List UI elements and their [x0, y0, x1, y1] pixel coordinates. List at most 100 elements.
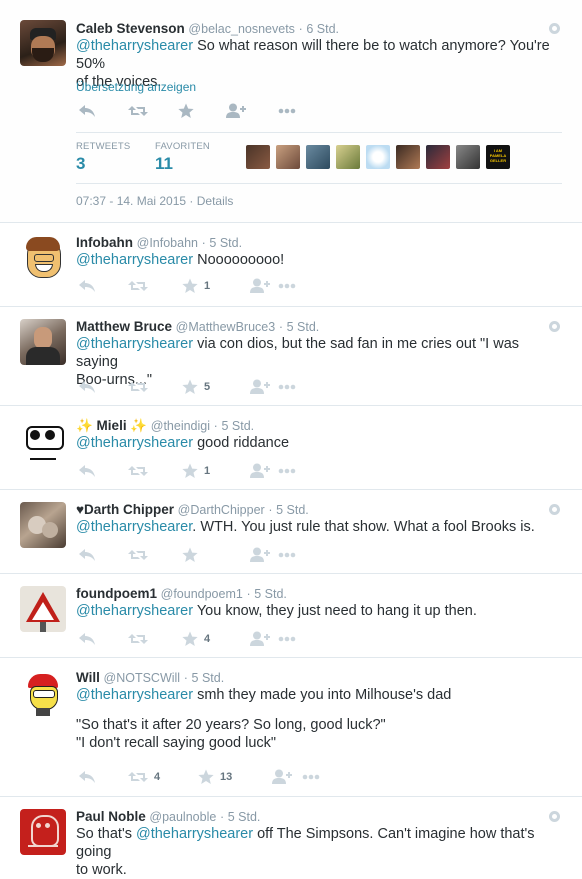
more-button[interactable] [278, 378, 296, 396]
reply-button[interactable] [78, 378, 96, 396]
favorite-button[interactable]: 13 [198, 768, 232, 786]
avatar[interactable] [336, 145, 360, 169]
mention-link[interactable]: @theharryshearer [76, 519, 192, 535]
more-button[interactable] [302, 768, 320, 786]
author-handle[interactable]: @Infobahn [137, 236, 198, 250]
tweet-time[interactable]: 5 Std. [276, 503, 309, 517]
avatar[interactable] [20, 319, 66, 365]
author-name[interactable]: foundpoem1 [76, 586, 157, 601]
retweet-button[interactable]: 4 [128, 768, 160, 786]
mention-link[interactable]: @theharryshearer [76, 603, 193, 619]
tweet-time[interactable]: 5 Std. [254, 587, 287, 601]
retweet-button[interactable] [128, 277, 148, 295]
mention-link[interactable]: @theharryshearer [76, 252, 193, 268]
gear-icon[interactable] [549, 23, 560, 34]
avatar[interactable] [20, 235, 66, 281]
avatar[interactable] [276, 145, 300, 169]
more-button[interactable] [278, 102, 296, 120]
avatar[interactable]: I AM PAMELA GELLER [486, 145, 510, 169]
favorite-button[interactable]: 4 [182, 630, 210, 648]
retweet-button[interactable] [128, 630, 148, 648]
tweet-time[interactable]: 5 Std. [192, 671, 225, 685]
reply-tweet[interactable]: ♥Darth Chipper @DarthChipper · 5 Std. @t… [0, 489, 582, 573]
more-button[interactable] [278, 630, 296, 648]
favorite-button[interactable] [182, 546, 198, 564]
author-name[interactable]: Matthew Bruce [76, 319, 172, 334]
avatar[interactable] [396, 145, 420, 169]
retweet-button[interactable] [128, 546, 148, 564]
avatar[interactable] [20, 586, 66, 632]
retweets-label[interactable]: RETWEETS [76, 141, 130, 152]
tweet-time[interactable]: 5 Std. [221, 419, 254, 433]
avatar[interactable] [366, 145, 390, 169]
reply-tweet[interactable]: Matthew Bruce @MatthewBruce3 · 5 Std. @t… [0, 306, 582, 405]
follow-button[interactable] [272, 768, 292, 786]
tweet-time[interactable]: 5 Std. [287, 320, 320, 334]
favorites-label[interactable]: FAVORITEN [155, 141, 210, 152]
reply-button[interactable] [78, 462, 96, 480]
reply-tweet[interactable]: Will @NOTSCWill · 5 Std. @theharrysheare… [0, 657, 582, 796]
gear-icon[interactable] [549, 504, 560, 515]
gear-icon[interactable] [549, 321, 560, 332]
author-name[interactable]: Will [76, 670, 100, 685]
retweet-button[interactable] [128, 102, 148, 120]
reply-button[interactable] [78, 546, 96, 564]
avatar[interactable] [306, 145, 330, 169]
follow-button[interactable] [250, 630, 270, 648]
retweet-button[interactable] [128, 462, 148, 480]
author-handle[interactable]: @NOTSCWill [104, 671, 181, 685]
avatar[interactable] [20, 418, 66, 464]
author-handle[interactable]: @MatthewBruce3 [176, 320, 276, 334]
reply-button[interactable] [78, 768, 96, 786]
avatar[interactable] [246, 145, 270, 169]
follow-button[interactable] [226, 102, 246, 120]
reply-button[interactable] [78, 102, 96, 120]
details-link[interactable]: Details [197, 194, 234, 208]
follow-button[interactable] [250, 378, 270, 396]
avatar[interactable] [426, 145, 450, 169]
reply-tweet[interactable]: foundpoem1 @foundpoem1 · 5 Std. @theharr… [0, 573, 582, 657]
avatar[interactable] [456, 145, 480, 169]
tweet-time[interactable]: 5 Std. [228, 810, 261, 824]
author-handle[interactable]: @DarthChipper [178, 503, 265, 517]
author-handle[interactable]: @theindigi [151, 419, 210, 433]
author-name[interactable]: ♥Darth Chipper [76, 502, 174, 517]
author-handle[interactable]: @foundpoem1 [161, 587, 243, 601]
author-handle[interactable]: @belac_nosnevets [188, 22, 295, 36]
avatar[interactable] [20, 809, 66, 855]
mention-link[interactable]: @theharryshearer [76, 38, 193, 54]
tweet-time[interactable]: 5 Std. [209, 236, 242, 250]
follow-button[interactable] [250, 462, 270, 480]
author-handle[interactable]: @paulnoble [149, 810, 216, 824]
author-name[interactable]: Paul Noble [76, 809, 146, 824]
author-name[interactable]: Caleb Stevenson [76, 21, 185, 36]
author-name[interactable]: ✨ Mieli ✨ [76, 418, 147, 433]
reply-tweet[interactable]: Infobahn @Infobahn · 5 Std. @theharryshe… [0, 222, 582, 306]
retweets-count[interactable]: 3 [76, 154, 85, 174]
reply-button[interactable] [78, 630, 96, 648]
reply-tweet[interactable]: ✨ Mieli ✨ @theindigi · 5 Std. @theharrys… [0, 405, 582, 489]
favorite-button[interactable] [178, 102, 194, 120]
favorite-button[interactable]: 1 [182, 462, 210, 480]
mention-link[interactable]: @theharryshearer [76, 435, 193, 451]
author-name[interactable]: Infobahn [76, 235, 133, 250]
reply-button[interactable] [78, 277, 96, 295]
avatar[interactable] [20, 502, 66, 548]
mention-link[interactable]: @theharryshearer [76, 687, 193, 703]
gear-icon[interactable] [549, 811, 560, 822]
reply-tweet[interactable]: Paul Noble @paulnoble · 5 Std. So that's… [0, 796, 582, 878]
retweet-button[interactable] [128, 378, 148, 396]
more-button[interactable] [278, 462, 296, 480]
avatar[interactable] [20, 670, 66, 716]
avatar[interactable] [20, 20, 66, 66]
mention-link[interactable]: @theharryshearer [76, 336, 193, 352]
more-button[interactable] [278, 277, 296, 295]
mention-link[interactable]: @theharryshearer [136, 826, 253, 842]
translate-link[interactable]: Übersetzung anzeigen [76, 80, 196, 94]
follow-button[interactable] [250, 546, 270, 564]
more-button[interactable] [278, 546, 296, 564]
follow-button[interactable] [250, 277, 270, 295]
favorite-button[interactable]: 5 [182, 378, 210, 396]
tweet-time[interactable]: 6 Std. [306, 22, 339, 36]
favorites-count[interactable]: 11 [155, 154, 173, 174]
